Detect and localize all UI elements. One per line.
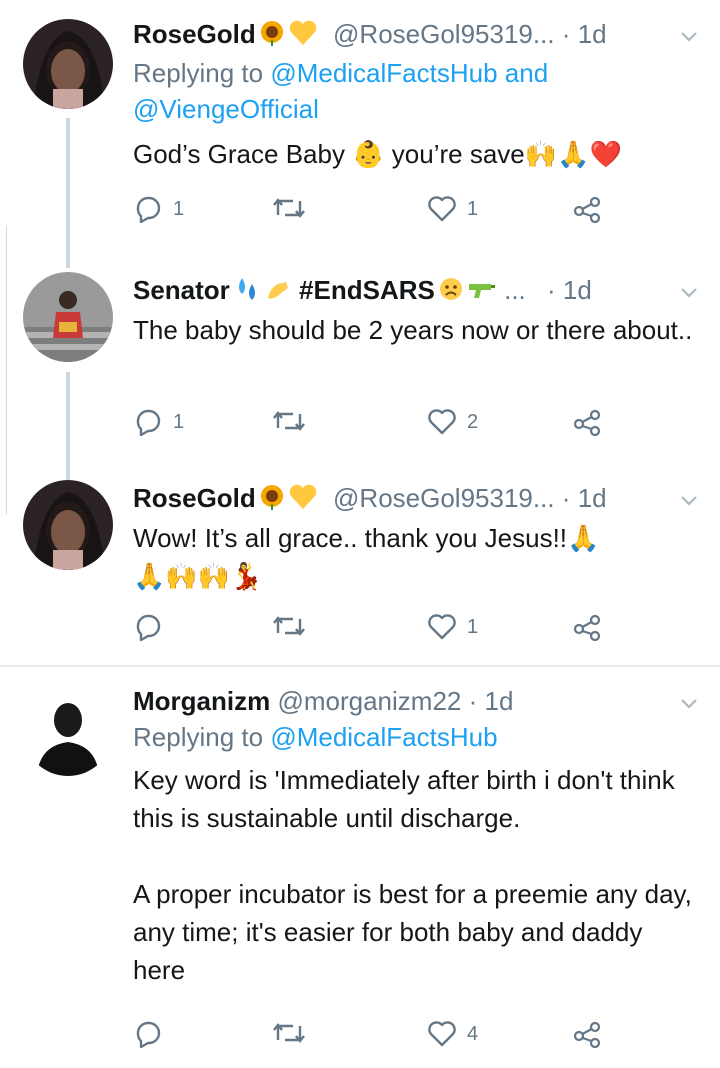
avatar[interactable]: [23, 272, 113, 362]
display-name[interactable]: Senator: [133, 275, 230, 305]
like-button[interactable]: 1: [427, 613, 478, 641]
replying-to-label: Replying to: [133, 58, 271, 88]
timestamp[interactable]: 1d: [563, 275, 592, 305]
reply-count: 1: [173, 197, 185, 220]
display-name[interactable]: Morganizm: [133, 686, 270, 716]
water-pistol-icon: [467, 275, 497, 311]
like-button[interactable]: 1: [427, 195, 478, 223]
avatar[interactable]: [23, 686, 113, 776]
replying-to: Replying to @MedicalFactsHub and @Vienge…: [133, 55, 700, 127]
sunflower-icon: [258, 483, 286, 519]
separator-dot: ·: [547, 275, 556, 305]
yellow-heart-icon: [288, 483, 318, 519]
retweet-button[interactable]: [271, 1020, 317, 1046]
share-icon: [571, 195, 603, 223]
display-name-hashtag[interactable]: #EndSARS: [299, 275, 435, 305]
user-handle[interactable]: @morganizm22: [277, 686, 461, 716]
share-button[interactable]: [571, 1020, 603, 1048]
retweet-button[interactable]: [271, 408, 317, 434]
share-icon: [571, 408, 603, 436]
tweet-text: Wow! It’s all grace.. thank you Jesus!!🙏…: [133, 523, 600, 591]
separator-dot: ·: [561, 483, 571, 513]
tweet-header: Senator #EndSARS ... · 1d: [133, 272, 700, 311]
separator-dot: ·: [468, 686, 478, 716]
replying-to: Replying to @MedicalFactsHub: [133, 719, 700, 755]
tweet[interactable]: RoseGold @RoseGol95319... · 1d Replying …: [0, 0, 720, 240]
like-count: 1: [467, 197, 479, 220]
tweet-header: Morganizm @morganizm22 · 1d: [133, 683, 700, 719]
avatar[interactable]: [23, 19, 113, 109]
tweet[interactable]: Senator #EndSARS ... · 1d The baby shoul…: [0, 258, 720, 453]
tweet-actions: 1 1: [133, 195, 613, 235]
share-icon: [571, 613, 603, 641]
user-handle[interactable]: @RoseGol95319...: [333, 19, 555, 49]
like-button[interactable]: 2: [427, 408, 478, 436]
avatar[interactable]: [23, 480, 113, 570]
like-icon: [427, 613, 457, 641]
like-button[interactable]: 4: [427, 1020, 478, 1048]
like-count: 4: [467, 1022, 479, 1045]
tweet-actions: 1: [133, 613, 613, 653]
reply-button[interactable]: 1: [133, 408, 184, 436]
writing-hand-icon: [264, 275, 292, 311]
timestamp[interactable]: 1d: [578, 483, 607, 513]
caret-down-icon[interactable]: [678, 20, 700, 56]
like-count: 1: [467, 615, 479, 638]
timestamp[interactable]: 1d: [485, 686, 514, 716]
retweet-icon: [271, 195, 307, 221]
reply-button[interactable]: [133, 1020, 173, 1048]
reply-button[interactable]: [133, 613, 173, 641]
share-button[interactable]: [571, 408, 603, 436]
tweet-text: God’s Grace Baby 👶 you’re save🙌🙏❤️: [133, 139, 622, 169]
separator-dot: ·: [561, 19, 571, 49]
replying-to-label: Replying to: [133, 722, 271, 752]
tweet-text: The baby should be 2 years now or there …: [133, 315, 693, 345]
share-button[interactable]: [571, 195, 603, 223]
caret-down-icon[interactable]: [678, 687, 700, 723]
reply-button[interactable]: 1: [133, 195, 184, 223]
user-handle[interactable]: @RoseGol95319...: [333, 483, 555, 513]
tweet-actions: 4: [133, 1020, 613, 1060]
share-button[interactable]: [571, 613, 603, 641]
retweet-button[interactable]: [271, 195, 317, 221]
retweet-icon: [271, 408, 307, 434]
caret-down-icon[interactable]: [678, 276, 700, 312]
like-icon: [427, 408, 457, 436]
tweet-actions: 1 2: [133, 408, 613, 448]
like-count: 2: [467, 410, 479, 433]
tweet[interactable]: Morganizm @morganizm22 · 1d Replying to …: [0, 667, 720, 1068]
reply-icon: [133, 1020, 163, 1048]
like-icon: [427, 1020, 457, 1048]
retweet-icon: [271, 1020, 307, 1046]
tweet-text: Key word is 'Immediately after birth i d…: [133, 765, 692, 985]
retweet-icon: [271, 613, 307, 639]
yellow-heart-icon: [288, 19, 318, 55]
reply-icon: [133, 613, 163, 641]
user-handle[interactable]: ...: [504, 275, 526, 305]
frowning-face-icon: [437, 275, 465, 311]
tweet[interactable]: RoseGold @RoseGol95319... · 1d Wow! It’s…: [0, 470, 720, 665]
display-name[interactable]: RoseGold: [133, 19, 256, 49]
sunflower-icon: [258, 19, 286, 55]
reply-count: 1: [173, 410, 185, 433]
droplets-icon: [232, 275, 262, 311]
retweet-button[interactable]: [271, 613, 317, 639]
like-icon: [427, 195, 457, 223]
reply-icon: [133, 195, 163, 223]
reply-target-links[interactable]: @MedicalFactsHub: [270, 722, 497, 752]
tweet-header: RoseGold @RoseGol95319... · 1d: [133, 16, 700, 55]
caret-down-icon[interactable]: [678, 484, 700, 520]
tweet-header: RoseGold @RoseGol95319... · 1d: [133, 480, 700, 519]
display-name[interactable]: RoseGold: [133, 483, 256, 513]
reply-icon: [133, 408, 163, 436]
timestamp[interactable]: 1d: [578, 19, 607, 49]
share-icon: [571, 1020, 603, 1048]
